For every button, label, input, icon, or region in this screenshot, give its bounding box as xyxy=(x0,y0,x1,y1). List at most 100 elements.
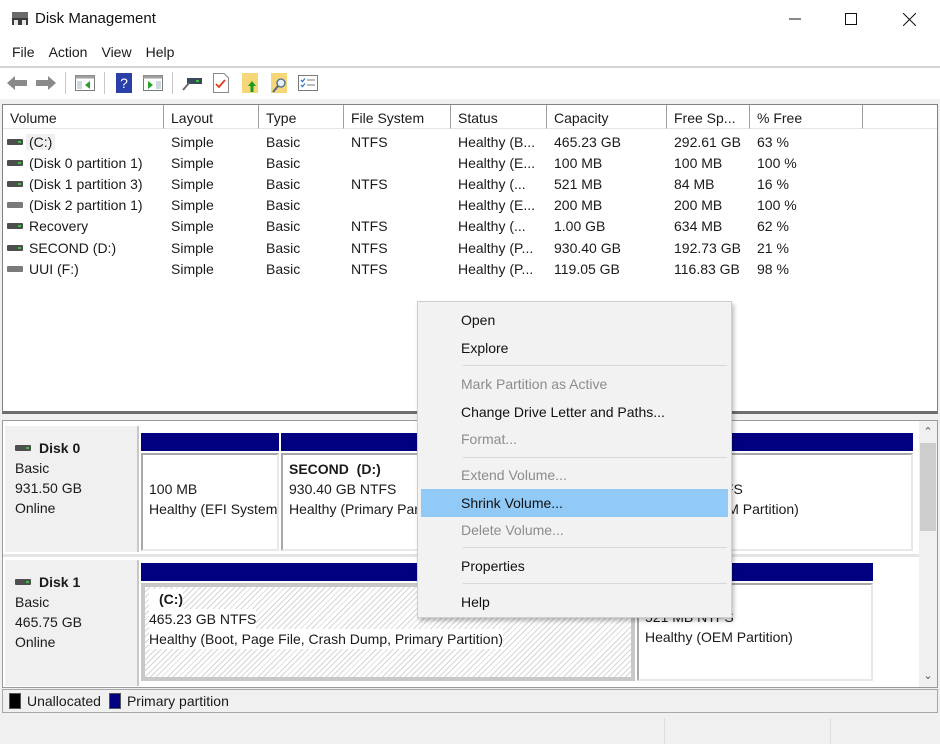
status-cell: Healthy (... xyxy=(458,218,526,235)
column-header-layout[interactable]: Layout xyxy=(164,105,259,129)
menu-item-properties[interactable]: Properties xyxy=(421,553,728,579)
connect-drive-button[interactable] xyxy=(179,70,205,96)
partition-status: Healthy (Boot, Page File, Crash Dump, Pr… xyxy=(149,629,504,649)
legend-item-unallocated: Unallocated xyxy=(9,693,101,709)
menu-item-help[interactable]: Help xyxy=(421,589,728,615)
type-cell: Basic xyxy=(266,218,301,235)
status-bar xyxy=(0,716,940,744)
legend-label: Unallocated xyxy=(27,693,101,709)
drive-icon xyxy=(7,244,23,251)
status-cell: Healthy (E... xyxy=(458,154,536,171)
folder-search-button[interactable] xyxy=(266,70,292,96)
column-header-capacity[interactable]: Capacity xyxy=(547,105,667,129)
capacity-cell: 100 MB xyxy=(554,154,603,171)
type-cell: Basic xyxy=(266,197,301,214)
column-header-status[interactable]: Status xyxy=(451,105,547,129)
checklist-button[interactable] xyxy=(208,70,234,96)
volume-name: (C:) xyxy=(26,133,56,150)
file-system-cell: NTFS xyxy=(351,175,388,192)
disk-state: Online xyxy=(15,634,56,650)
unallocated-swatch xyxy=(9,693,21,709)
volume-list-rows: (C:) Simple Basic NTFS Healthy (B... 465… xyxy=(3,131,937,279)
volume-name: (Disk 0 partition 1) xyxy=(29,154,143,171)
free-space-cell: 116.83 GB xyxy=(674,260,740,277)
disk-info[interactable]: Disk 1 Basic 465.75 GB Online xyxy=(5,560,139,686)
menu-bar: File Action View Help xyxy=(0,40,940,66)
layout-cell: Simple xyxy=(171,175,214,192)
menu-separator xyxy=(463,365,727,366)
toolbar-separator xyxy=(104,72,105,94)
menu-action[interactable]: Action xyxy=(42,40,95,66)
volume-row[interactable]: SECOND (D:) Simple Basic NTFS Healthy (P… xyxy=(3,237,937,258)
back-button[interactable] xyxy=(4,70,30,96)
menu-item-change-drive-letter[interactable]: Change Drive Letter and Paths... xyxy=(421,399,728,425)
partition-title: (C:) xyxy=(149,589,184,609)
volume-row[interactable]: (Disk 1 partition 3) Simple Basic NTFS H… xyxy=(3,173,937,194)
menu-help[interactable]: Help xyxy=(139,40,182,66)
scroll-up-icon[interactable]: ⌃ xyxy=(919,423,937,441)
help-button[interactable]: ? xyxy=(111,70,137,96)
show-hide-console-tree-button[interactable] xyxy=(72,70,98,96)
menu-separator xyxy=(463,547,727,548)
column-header-file-system[interactable]: File System xyxy=(344,105,451,129)
volume-name: SECOND (D:) xyxy=(29,239,117,256)
disk-name: Disk 1 xyxy=(39,574,81,590)
menu-item-mark-active: Mark Partition as Active xyxy=(461,376,608,392)
status-cell: Healthy (B... xyxy=(458,133,536,150)
menu-item-explore[interactable]: Explore xyxy=(421,335,728,361)
percent-free-cell: 63 % xyxy=(757,133,789,150)
volume-row[interactable]: (Disk 0 partition 1) Simple Basic Health… xyxy=(3,152,937,173)
status-divider xyxy=(830,718,831,744)
forward-button[interactable] xyxy=(33,70,59,96)
column-header-volume[interactable]: Volume xyxy=(3,105,164,129)
show-hide-action-pane-button[interactable] xyxy=(140,70,166,96)
menu-item-format: Format... xyxy=(461,431,518,447)
disk-map-scrollbar[interactable]: ⌃ ⌄ xyxy=(919,421,937,687)
status-divider xyxy=(664,718,665,744)
folder-up-arrow-icon xyxy=(242,73,258,93)
partition-status: Healthy (EFI System Partition) xyxy=(149,501,278,517)
back-arrow-icon xyxy=(7,76,27,90)
free-space-cell: 200 MB xyxy=(674,197,723,214)
properties-list-button[interactable] xyxy=(295,70,321,96)
menu-item-extend-volume: Extend Volume... xyxy=(461,467,567,483)
menu-view[interactable]: View xyxy=(94,40,138,66)
minimize-button[interactable] xyxy=(766,0,824,38)
menu-file[interactable]: File xyxy=(5,40,42,66)
column-header-free-space[interactable]: Free Sp... xyxy=(667,105,750,129)
forward-arrow-icon xyxy=(36,76,56,90)
scrollbar-thumb[interactable] xyxy=(920,443,936,531)
disk-name: Disk 0 xyxy=(39,440,81,456)
drive-icon xyxy=(7,159,23,166)
percent-free-cell: 62 % xyxy=(757,218,789,235)
disk-info[interactable]: Disk 0 Basic 931.50 GB Online xyxy=(5,426,139,552)
menu-item-open[interactable]: Open xyxy=(421,307,728,333)
menu-item-shrink-volume[interactable]: Shrink Volume... xyxy=(421,489,728,517)
toolbar-separator xyxy=(172,72,173,94)
show-hide-action-pane-icon xyxy=(143,75,163,91)
column-header-type[interactable]: Type xyxy=(259,105,344,129)
percent-free-cell: 100 % xyxy=(757,154,797,171)
scroll-down-icon[interactable]: ⌄ xyxy=(919,667,937,685)
volume-row[interactable]: (Disk 2 partition 1) Simple Basic Health… xyxy=(3,195,937,216)
folder-up-button[interactable] xyxy=(237,70,263,96)
close-button[interactable] xyxy=(880,0,938,38)
menu-separator xyxy=(463,583,727,584)
column-header-percent-free[interactable]: % Free xyxy=(750,105,863,129)
layout-cell: Simple xyxy=(171,133,214,150)
volume-row[interactable]: Recovery Simple Basic NTFS Healthy (... … xyxy=(3,216,937,237)
percent-free-cell: 21 % xyxy=(757,239,789,256)
primary-partition-swatch xyxy=(108,693,121,709)
capacity-cell: 930.40 GB xyxy=(554,239,621,256)
context-menu: Open Explore Mark Partition as Active Ch… xyxy=(417,301,732,618)
volume-row[interactable]: (C:) Simple Basic NTFS Healthy (B... 465… xyxy=(3,131,937,152)
status-cell: Healthy (P... xyxy=(458,260,534,277)
percent-free-cell: 98 % xyxy=(757,260,789,277)
drive-icon xyxy=(7,223,23,230)
removable-drive-icon xyxy=(7,202,23,209)
maximize-button[interactable] xyxy=(822,0,880,38)
partition-efi[interactable]: 100 MB Healthy (EFI System Partition) xyxy=(141,433,279,551)
volume-name: Recovery xyxy=(29,218,89,235)
volume-row[interactable]: UUI (F:) Simple Basic NTFS Healthy (P...… xyxy=(3,258,937,279)
disk-icon xyxy=(15,445,31,451)
